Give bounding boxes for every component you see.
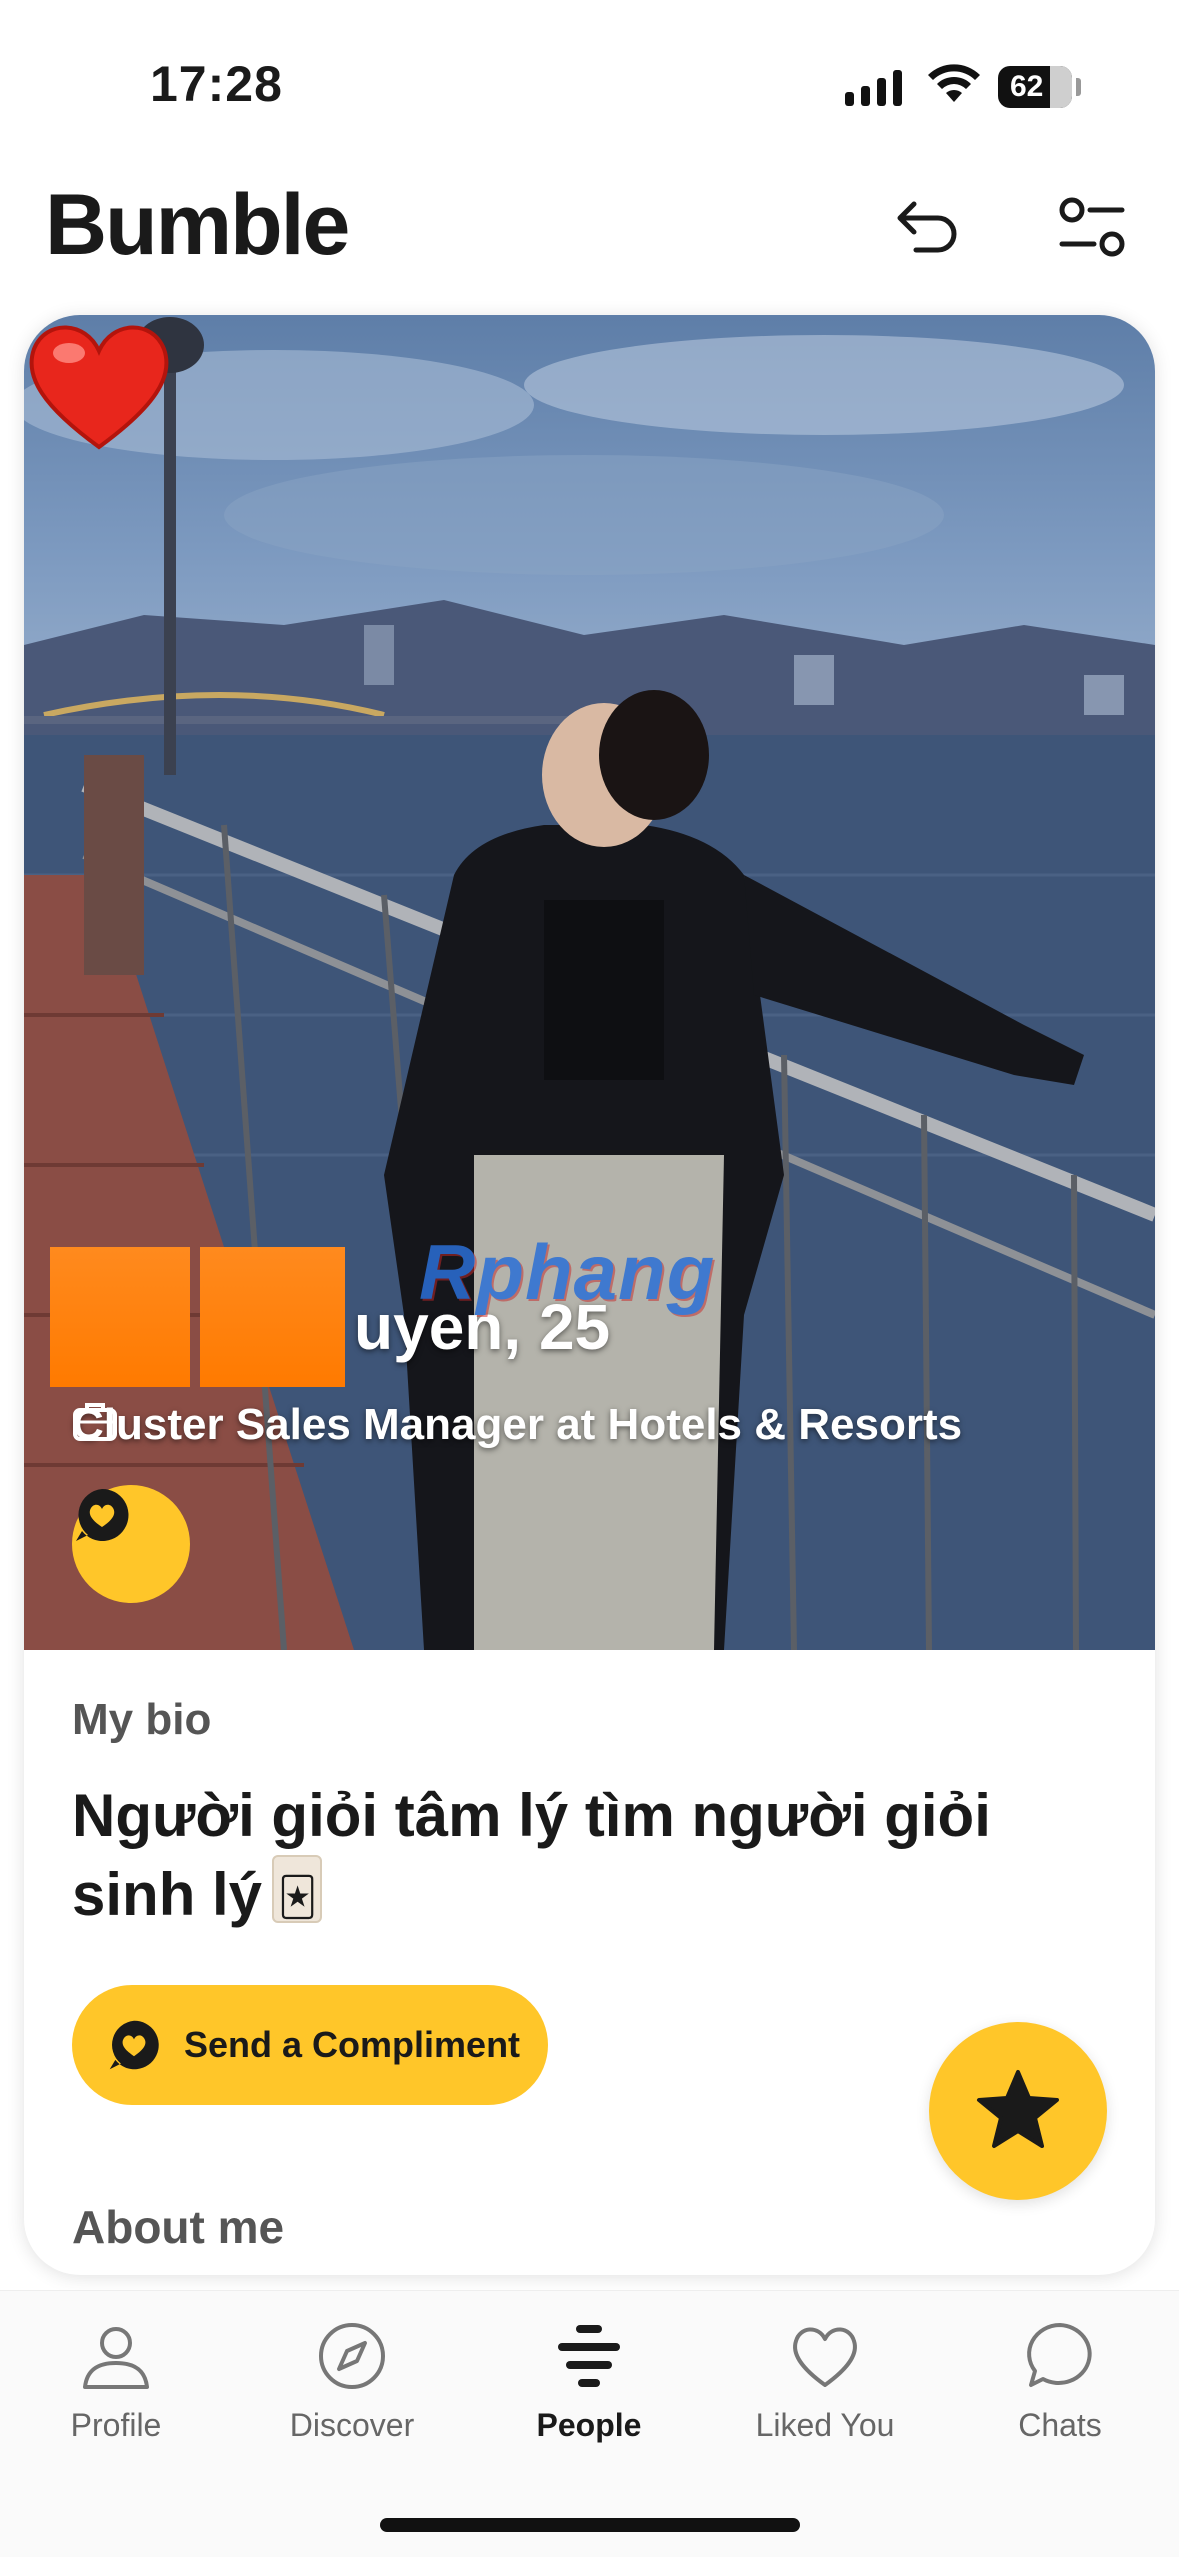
nav-profile[interactable]: Profile: [16, 2319, 216, 2444]
person-icon: [83, 2327, 149, 2389]
nav-people[interactable]: People: [489, 2319, 689, 2444]
battery-percent: 62: [1010, 70, 1044, 103]
bottom-nav: Profile Discover People Liked You Chats: [0, 2290, 1179, 2557]
name-redaction: [200, 1247, 345, 1387]
compliment-bubble-button[interactable]: [72, 1485, 190, 1603]
bumble-logo: Bumble: [45, 177, 350, 273]
send-compliment-button[interactable]: Send a Compliment: [72, 1985, 548, 2105]
status-bar: 17:28 62: [0, 0, 1179, 150]
compass-icon: [319, 2323, 385, 2389]
battery-icon: 62: [998, 66, 1072, 108]
undo-button[interactable]: [888, 188, 968, 268]
nav-label: Discover: [289, 2407, 415, 2443]
bio-label: My bio: [72, 1695, 212, 1744]
battery-tip: [1076, 78, 1081, 96]
filter-icon: [1059, 197, 1125, 257]
chat-bubble-icon: [1027, 2323, 1092, 2387]
watermark: Rphang: [419, 1228, 716, 1316]
nav-liked-you[interactable]: Liked You: [725, 2319, 925, 2444]
nav-label: Profile: [70, 2407, 162, 2443]
people-stack-icon: [558, 2325, 620, 2387]
briefcase-icon: [73, 1403, 117, 1441]
name-redaction: [50, 1247, 190, 1387]
send-compliment-label: Send a Compliment: [184, 2024, 521, 2065]
heart-sticker: [29, 325, 169, 450]
nav-label: Liked You: [755, 2407, 895, 2443]
filter-button[interactable]: [1052, 188, 1132, 268]
status-time: 17:28: [150, 56, 283, 112]
bio-text-content: Người giỏi tâm lý tìm người giỏi sinh lý: [72, 1782, 991, 1928]
undo-icon: [897, 201, 957, 253]
wifi-icon: [928, 64, 980, 102]
profile-photo[interactable]: uyen, 25 Rphang Cluster Sales Manager at…: [24, 315, 1155, 1650]
signal-icon: [845, 68, 902, 106]
superswipe-button[interactable]: [929, 2022, 1107, 2200]
bio-text: Người giỏi tâm lý tìm người giỏi sinh lý: [72, 1777, 1072, 1937]
nav-label: People: [536, 2407, 642, 2443]
nav-discover[interactable]: Discover: [252, 2319, 452, 2444]
nav-label: Chats: [1018, 2407, 1102, 2443]
heart-icon: [793, 2327, 857, 2387]
joker-card-emoji: [272, 1855, 323, 1937]
star-icon: [977, 2070, 1059, 2148]
profile-card[interactable]: uyen, 25 Rphang Cluster Sales Manager at…: [24, 315, 1155, 2275]
home-indicator[interactable]: [380, 2518, 800, 2532]
about-me-label: About me: [72, 2201, 285, 2253]
compliment-icon: [109, 2020, 159, 2070]
compliment-icon: [76, 1488, 129, 1541]
nav-chats[interactable]: Chats: [960, 2319, 1160, 2444]
job-title: Cluster Sales Manager at Hotels & Resort…: [72, 1400, 963, 1449]
job-row: Cluster Sales Manager at Hotels & Resort…: [72, 1400, 962, 1450]
